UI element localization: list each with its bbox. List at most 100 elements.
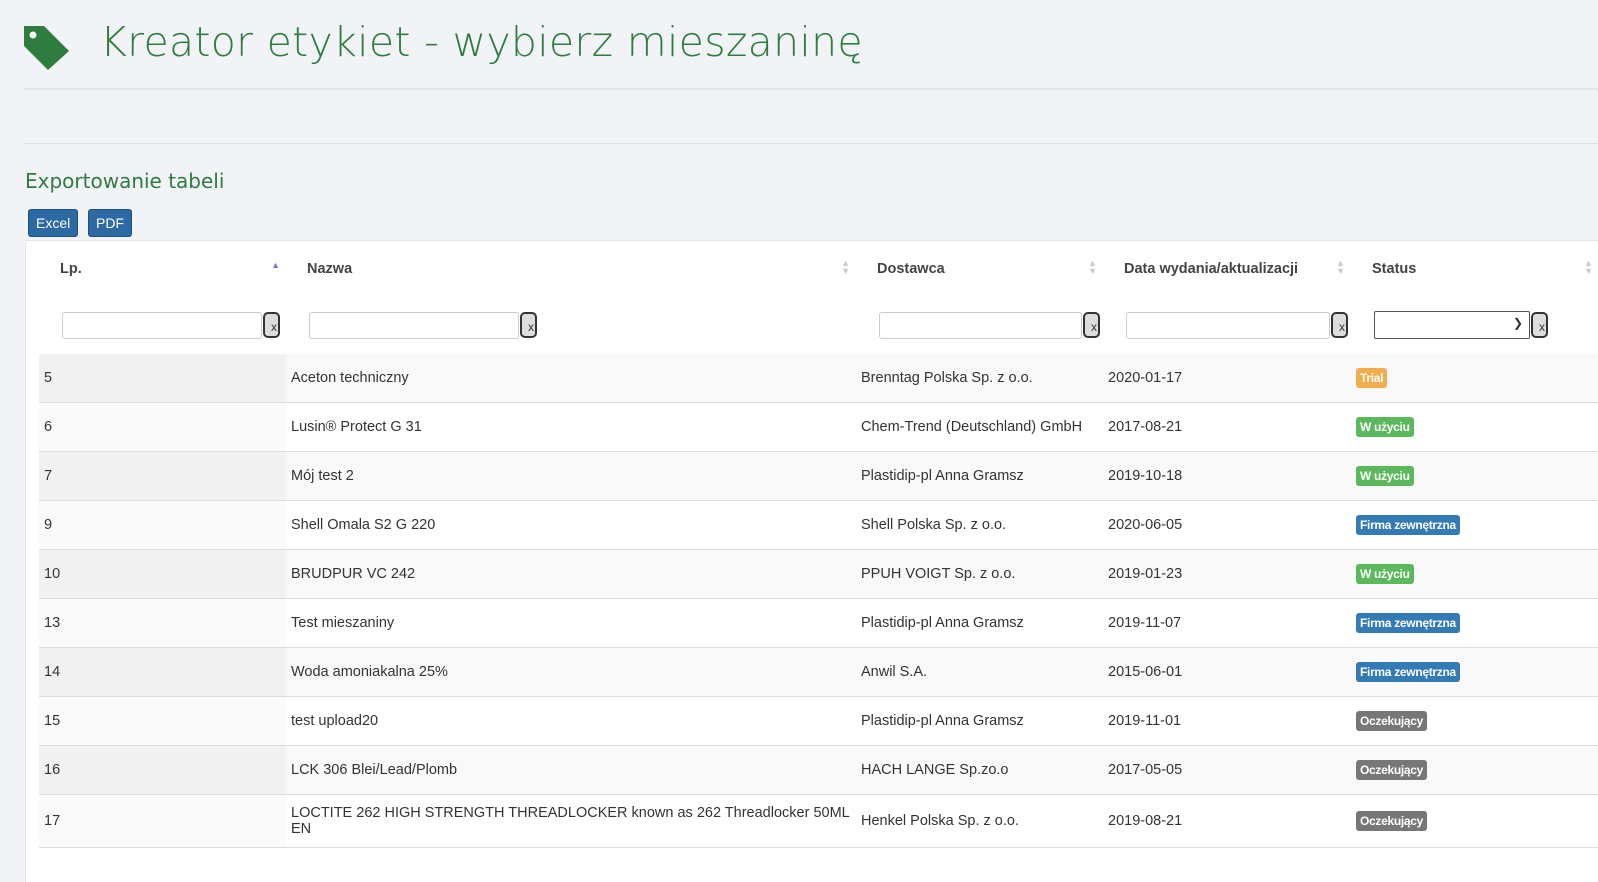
clear-filter-data-button[interactable]: x [1331, 312, 1348, 338]
cell-nazwa: Aceton techniczny [286, 354, 856, 403]
cell-lp: 16 [39, 745, 286, 795]
cell-nazwa: BRUDPUR VC 242 [286, 549, 856, 599]
sort-icon: ▲ ▼ [1336, 258, 1345, 276]
cell-lp: 5 [39, 354, 286, 403]
filter-lp-input[interactable] [62, 311, 262, 339]
cell-data: 2017-05-05 [1103, 745, 1351, 795]
status-badge: W użyciu [1356, 564, 1414, 584]
cell-nazwa: Mój test 2 [286, 451, 856, 501]
cell-data: 2017-08-21 [1103, 402, 1351, 452]
cell-dostawca: Plastidip-pl Anna Gramsz [856, 696, 1103, 746]
cell-status: Firma zewnętrzna [1351, 598, 1598, 648]
cell-nazwa: Woda amoniakalna 25% [286, 647, 856, 697]
cell-dostawca: Plastidip-pl Anna Gramsz [856, 451, 1103, 501]
status-badge: W użyciu [1356, 466, 1414, 486]
table-row[interactable]: 15 test upload20 Plastidip-pl Anna Gramsz 2… [39, 696, 1598, 746]
status-badge: Firma zewnętrzna [1356, 613, 1460, 633]
cell-dostawca: Brenntag Polska Sp. z o.o. [856, 354, 1103, 403]
status-badge: Oczekujący [1356, 760, 1428, 780]
cell-status: W użyciu [1351, 402, 1598, 452]
clear-filter-nazwa-button[interactable]: x [520, 312, 537, 338]
cell-dostawca: PPUH VOIGT Sp. z o.o. [856, 549, 1103, 599]
table-row[interactable]: 6 Lusin® Protect G 31 Chem-Trend (Deutschl… [39, 402, 1598, 452]
clear-filter-status-button[interactable]: x [1531, 312, 1548, 338]
cell-status: Oczekujący [1351, 696, 1598, 746]
cell-dostawca: Henkel Polska Sp. z o.o. [856, 794, 1103, 848]
cell-nazwa: test upload20 [286, 696, 856, 746]
table-row[interactable]: 16 LCK 306 Blei/Lead/Plomb HACH LANGE Sp.z… [39, 745, 1598, 795]
cell-dostawca: Plastidip-pl Anna Gramsz [856, 598, 1103, 648]
cell-dostawca: Chem-Trend (Deutschland) GmbH [856, 402, 1103, 452]
filter-nazwa-input[interactable] [309, 311, 519, 339]
cell-dostawca: Anwil S.A. [856, 647, 1103, 697]
cell-data: 2019-11-01 [1103, 696, 1351, 746]
sort-icon: ▲ ▼ [841, 258, 850, 276]
cell-nazwa: LOCTITE 262 HIGH STRENGTH THREADLOCKER k… [286, 794, 856, 848]
cell-status: Firma zewnętrzna [1351, 500, 1598, 550]
table-panel: Lp. ▲ Nazwa ▲ ▼ Dostawca ▲ ▼ Data wydania/akt… [25, 240, 1598, 882]
cell-data: 2019-10-18 [1103, 451, 1351, 501]
table-row[interactable]: 17 LOCTITE 262 HIGH STRENGTH THREADLOCKER… [39, 794, 1598, 848]
column-header-status[interactable]: Status ▲ ▼ [1351, 241, 1598, 296]
filter-data-input[interactable] [1126, 311, 1330, 339]
filter-status-select[interactable]: ❯ [1374, 311, 1530, 339]
column-header-dostawca[interactable]: Dostawca ▲ ▼ [856, 241, 1103, 296]
table-row[interactable]: 10 BRUDPUR VC 242 PPUH VOIGT Sp. z o.o. 201… [39, 549, 1598, 599]
cell-lp: 7 [39, 451, 286, 501]
cell-data: 2019-11-07 [1103, 598, 1351, 648]
cell-status: Oczekujący [1351, 745, 1598, 795]
export-title: Exportowanie tabeli [25, 169, 225, 193]
cell-lp: 17 [39, 794, 286, 848]
table-row[interactable]: 7 Mój test 2 Plastidip-pl Anna Gramsz 2019-… [39, 451, 1598, 501]
cell-dostawca: Shell Polska Sp. z o.o. [856, 500, 1103, 550]
table-row[interactable]: 13 Test mieszaniny Plastidip-pl Anna Grams… [39, 598, 1598, 648]
column-header-lp[interactable]: Lp. ▲ [39, 241, 286, 296]
cell-nazwa: Test mieszaniny [286, 598, 856, 648]
cell-lp: 15 [39, 696, 286, 746]
cell-lp: 9 [39, 500, 286, 550]
table-row[interactable]: 14 Woda amoniakalna 25% Anwil S.A. 2015-06-… [39, 647, 1598, 697]
sort-icon: ▲ ▼ [1088, 258, 1097, 276]
page-title: Kreator etykiet - wybierz mieszaninę [100, 18, 863, 66]
filter-dostawca-input[interactable] [879, 311, 1082, 339]
cell-status: Firma zewnętrzna [1351, 647, 1598, 697]
status-badge: W użyciu [1356, 417, 1414, 437]
status-badge: Firma zewnętrzna [1356, 662, 1460, 682]
page-header: Kreator etykiet - wybierz mieszaninę [24, 0, 1598, 90]
cell-data: 2020-06-05 [1103, 500, 1351, 550]
cell-nazwa: Lusin® Protect G 31 [286, 402, 856, 452]
cell-status: Trial [1351, 354, 1598, 403]
cell-data: 2019-08-21 [1103, 794, 1351, 848]
table-row[interactable]: 5 Aceton techniczny Brenntag Polska Sp. z … [39, 354, 1598, 403]
cell-data: 2020-01-17 [1103, 354, 1351, 403]
excel-button[interactable]: Excel [28, 209, 79, 237]
status-badge: Oczekujący [1356, 711, 1428, 731]
pdf-button[interactable]: PDF [88, 209, 132, 237]
sort-asc-icon: ▲ [271, 260, 280, 270]
clear-filter-lp-button[interactable]: x [263, 312, 280, 338]
cell-data: 2015-06-01 [1103, 647, 1351, 697]
status-badge: Firma zewnętrzna [1356, 515, 1460, 535]
cell-lp: 13 [39, 598, 286, 648]
sort-icon: ▲ ▼ [1584, 258, 1593, 276]
cell-nazwa: Shell Omala S2 G 220 [286, 500, 856, 550]
table-row[interactable]: 9 Shell Omala S2 G 220 Shell Polska Sp. z … [39, 500, 1598, 550]
status-badge: Oczekujący [1356, 811, 1428, 831]
column-header-data[interactable]: Data wydania/aktualizacji ▲ ▼ [1103, 241, 1351, 296]
cell-dostawca: HACH LANGE Sp.zo.o [856, 745, 1103, 795]
cell-status: W użyciu [1351, 451, 1598, 501]
cell-lp: 6 [39, 402, 286, 452]
column-header-nazwa[interactable]: Nazwa ▲ ▼ [286, 241, 856, 296]
mixtures-table: Lp. ▲ Nazwa ▲ ▼ Dostawca ▲ ▼ Data wydania/akt… [39, 241, 1598, 848]
cell-nazwa: LCK 306 Blei/Lead/Plomb [286, 745, 856, 795]
chevron-down-icon: ❯ [1512, 316, 1523, 330]
divider [24, 143, 1598, 144]
cell-status: W użyciu [1351, 549, 1598, 599]
clear-filter-dostawca-button[interactable]: x [1083, 312, 1100, 338]
cell-lp: 10 [39, 549, 286, 599]
cell-status: Oczekujący [1351, 794, 1598, 848]
cell-data: 2019-01-23 [1103, 549, 1351, 599]
cell-lp: 14 [39, 647, 286, 697]
tag-icon [24, 26, 69, 70]
status-badge: Trial [1356, 368, 1388, 388]
